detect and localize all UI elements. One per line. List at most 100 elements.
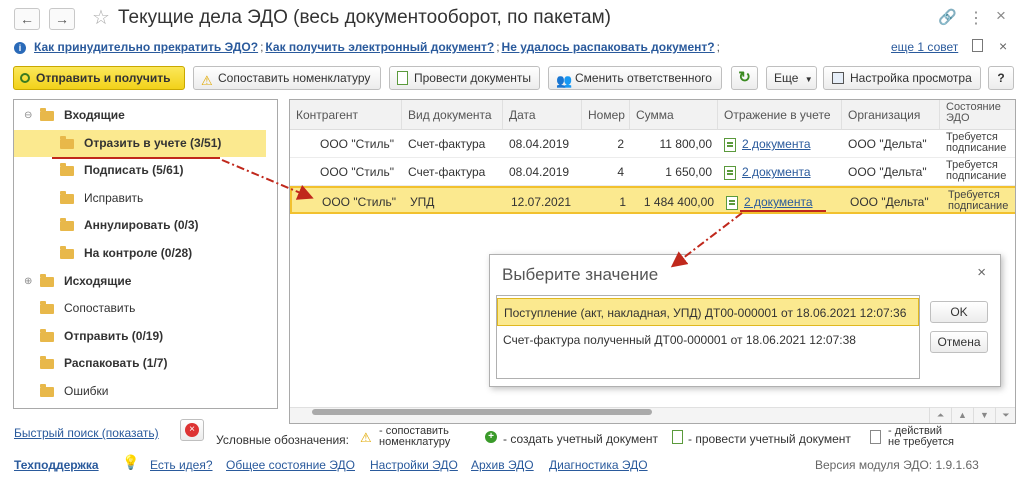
documents-link[interactable]: 2 документа [742,137,811,151]
help-link-get-document[interactable]: Как получить электронный документ? [265,40,494,54]
tree-item[interactable]: На контроле (0/28) [14,240,266,267]
tree-item[interactable]: Сопоставить [14,295,266,322]
column-header[interactable]: Сумма [630,100,718,130]
dropdown-arrow-icon: ▼ [804,75,813,84]
more-advice-link[interactable]: еще 1 совет [891,40,958,54]
edo-state-link[interactable]: Общее состояние ЭДО [226,458,355,472]
legend-match: - сопоставить номенклатуру [379,426,450,448]
dialog-option-invoice[interactable]: Счет-фактура полученный ДТ00-000001 от 1… [497,326,919,354]
tree-item[interactable]: Отправить (0/19) [14,323,266,350]
tree-item[interactable]: Ошибки [14,378,266,405]
grid-horizontal-scrollbar[interactable] [312,409,652,415]
scroll-bottom-icon[interactable]: ⏷ [995,407,1015,423]
post-documents-button[interactable]: Провести документы [389,66,540,90]
dialog-cancel-button[interactable]: Отмена [930,331,988,353]
edo-settings-link[interactable]: Настройки ЭДО [370,458,458,472]
folder-icon [40,273,54,287]
dialog-options-list: Поступление (акт, накладная, УПД) ДТ00-0… [496,295,920,379]
edo-diagnostics-link[interactable]: Диагностика ЭДО [549,458,648,472]
table-row[interactable]: ООО "Стиль" УПД 12.07.2021 1 1 484 400,00 2 д… [290,186,1015,214]
post-document-icon[interactable] [724,165,736,180]
table-cell: УПД [410,195,435,209]
legend-create: - создать учетный документ [503,432,659,446]
link-icon[interactable]: 🔗 [938,8,957,26]
choose-value-dialog: Выберите значение × Поступление (акт, на… [489,254,1001,387]
tree-item[interactable]: Распаковать (1/7) [14,350,266,377]
documents-link[interactable]: 2 документа [742,165,811,179]
forward-button[interactable]: → [49,8,75,30]
tree-item[interactable]: ⊖ Входящие [14,102,266,129]
view-settings-button[interactable]: Настройка просмотра [823,66,981,90]
table-row[interactable]: ООО "Стиль" Счет-фактура 08.04.2019 4 1 650,… [290,158,1015,186]
tree-item[interactable]: Аннулировать (0/3) [14,212,266,239]
ideas-link[interactable]: Есть идея? [150,458,213,472]
more-menu-button[interactable]: Еще ▼ [766,66,817,90]
help-link-unpack[interactable]: Не удалось распаковать документ? [502,40,715,54]
edo-archive-link[interactable]: Архив ЭДО [471,458,534,472]
legend-match-line2: номенклатуру [379,436,451,448]
table-cell: ООО "Дельта" [850,195,929,209]
table-cell: 1 650,00 [665,165,712,179]
collapse-icon[interactable]: ⊖ [24,102,32,129]
help-button[interactable]: ? [988,66,1014,90]
post-documents-label: Провести документы [414,71,532,85]
table-cell: 1 484 400,00 [643,195,714,209]
send-receive-button[interactable]: Отправить и получить [13,66,185,90]
close-advice-icon[interactable]: × [999,38,1007,54]
column-header[interactable]: Вид документа [402,100,503,130]
view-settings-label: Настройка просмотра [850,71,972,85]
column-header[interactable]: Отражение в учете [718,100,842,130]
tree-item-label: Подписать (5/61) [84,163,184,178]
table-row[interactable]: ООО "Стиль" Счет-фактура 08.04.2019 2 11 800… [290,130,1015,158]
column-header[interactable]: Номер [582,100,630,130]
scroll-down-icon[interactable]: ▼ [973,407,995,423]
table-cell: 1 [619,195,626,209]
no-action-icon [870,430,881,444]
module-version: Версия модуля ЭДО: 1.9.1.63 [815,458,979,472]
tree-item-label: Отразить в учете (3/51) [84,135,222,150]
table-cell: 08.04.2019 [509,165,570,179]
dialog-close-icon[interactable]: × [977,264,986,281]
folder-icon [40,356,54,370]
column-header[interactable]: Состояние ЭДО [940,100,1015,130]
post-document-icon[interactable] [726,195,738,210]
tree-item-label: Распаковать (1/7) [64,356,168,371]
star-icon[interactable]: ☆ [92,5,110,30]
tree-item[interactable]: ⊕ Исходящие [14,268,266,295]
folder-icon [40,384,54,397]
lightbulb-icon: 💡 [122,454,140,470]
match-nomenclature-button[interactable]: ⚠ Сопоставить номенклатуру [193,66,381,90]
tree-item[interactable]: Отразить в учете (3/51) [14,129,266,157]
cancel-icon: × [185,423,199,437]
warning-icon: ⚠ [360,430,372,445]
back-button[interactable]: ← [14,8,40,30]
tree-item[interactable]: Подписать (5/61) [14,157,266,184]
post-document-icon[interactable] [724,137,736,152]
tree-item[interactable]: Исправить [14,185,266,212]
scroll-up-icon[interactable]: ▲ [951,407,973,423]
table-cell: ООО "Стиль" [322,195,396,209]
tree-item-label: Ошибки [64,384,109,398]
quick-search-link[interactable]: Быстрый поиск (показать) [14,426,159,440]
dialog-ok-button[interactable]: OK [930,301,988,323]
expand-icon[interactable]: ⊕ [24,268,32,295]
legend-no-action: - действий не требуется [888,426,954,448]
change-responsible-button[interactable]: 👥 Сменить ответственного [548,66,722,90]
scroll-top-icon[interactable]: ⏶ [929,407,951,423]
refresh-icon[interactable]: ↻ [731,66,758,90]
help-link-stop-edo[interactable]: Как принудительно прекратить ЭДО? [34,40,258,54]
column-header[interactable]: Дата [503,100,582,130]
support-link[interactable]: Техподдержка [14,458,99,472]
help-links-bar: i Как принудительно прекратить ЭДО?; Как п… [14,40,722,58]
more-icon[interactable]: ⋮ [968,8,984,28]
column-header[interactable]: Организация [842,100,940,130]
window-title: Текущие дела ЭДО (весь документооборот, … [118,7,612,28]
close-icon[interactable]: × [996,6,1006,26]
dialog-option-receipt[interactable]: Поступление (акт, накладная, УПД) ДТ00-0… [497,298,919,326]
document-icon[interactable] [972,39,983,52]
separator: ; [496,40,500,54]
documents-link[interactable]: 2 документа [744,195,813,209]
clear-filter-button[interactable]: × [180,419,204,441]
table-cell: ООО "Дельта" [848,165,927,179]
column-header[interactable]: Контрагент [290,100,402,130]
